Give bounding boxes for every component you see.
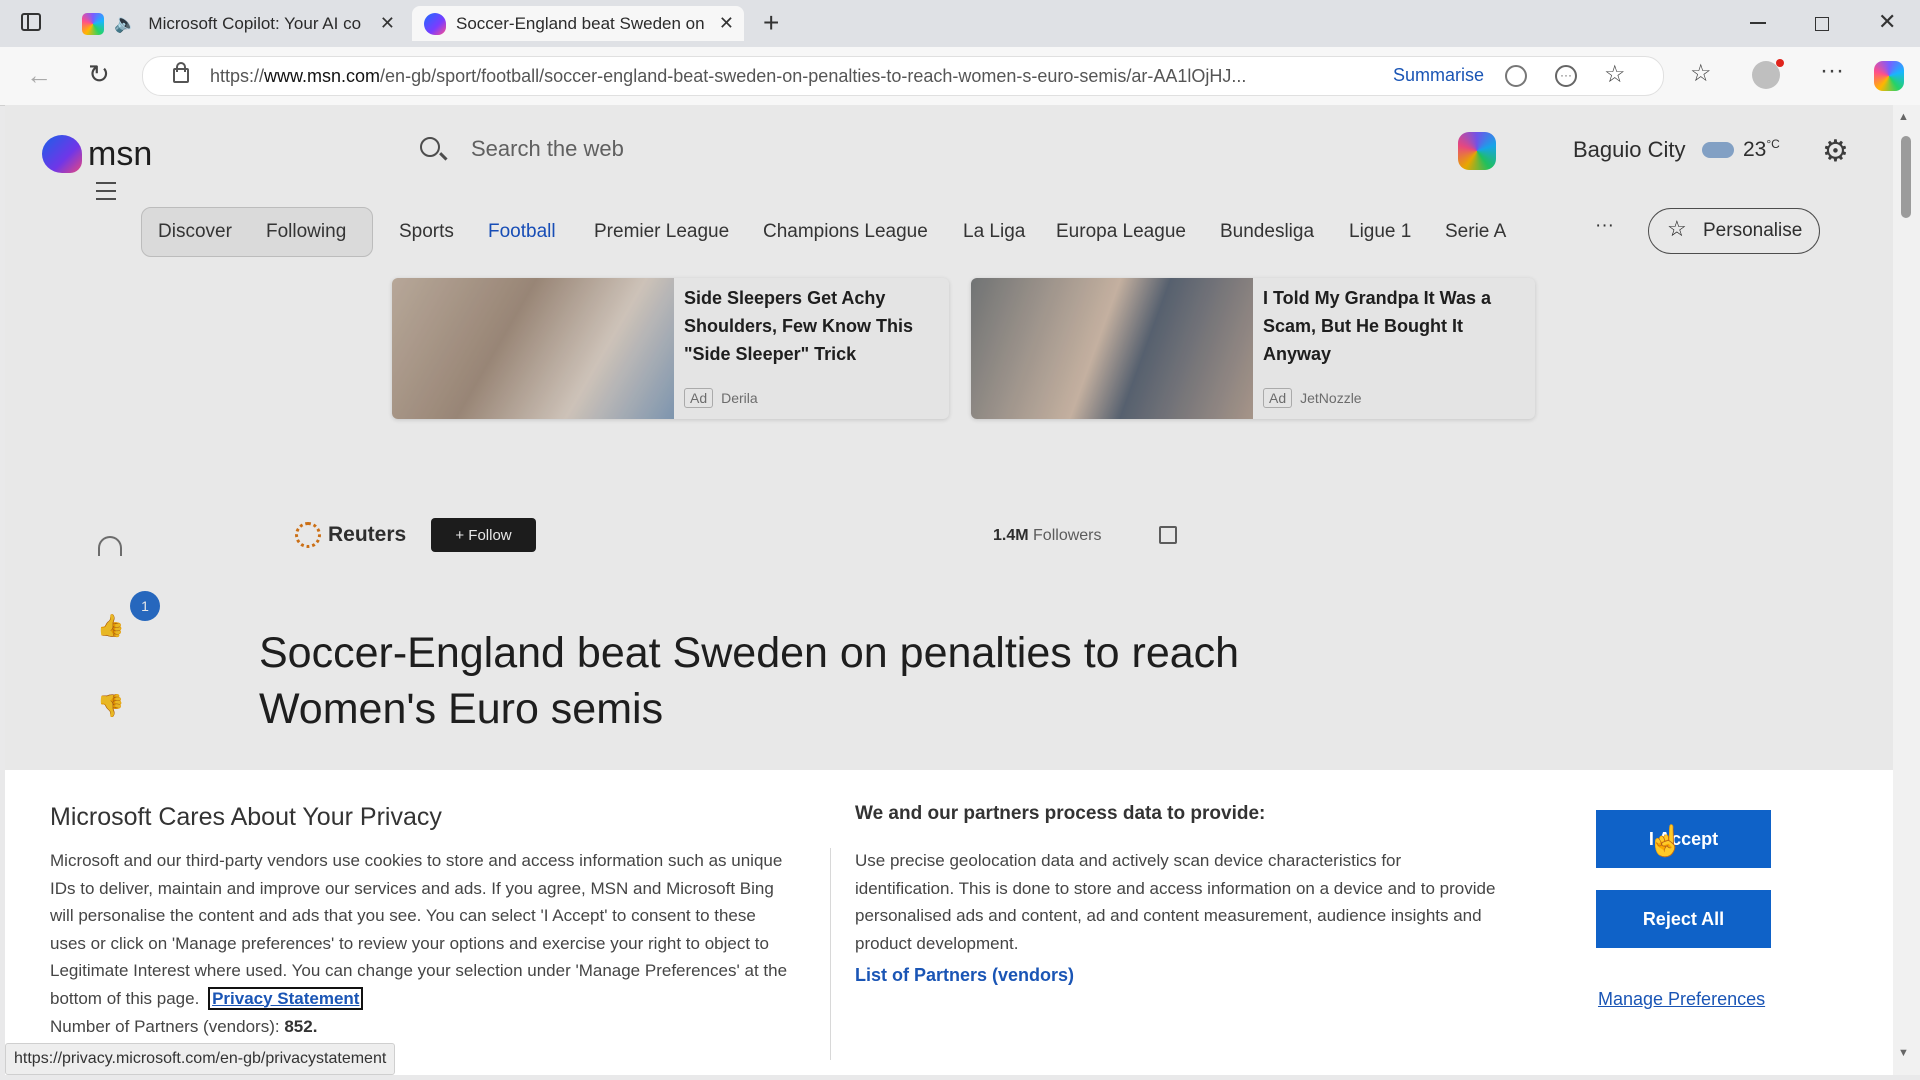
page-dim-overlay xyxy=(5,105,1893,770)
copilot-favicon-icon xyxy=(82,12,104,35)
favorites-icon[interactable]: ☆ xyxy=(1690,59,1712,88)
privacy-consent-banner: Microsoft Cares About Your Privacy Micro… xyxy=(5,770,1893,1075)
lock-shackle-icon xyxy=(176,62,186,72)
url-prefix: https:// xyxy=(210,66,265,86)
more-menu-icon[interactable]: ··· xyxy=(1820,57,1844,85)
restore-icon[interactable] xyxy=(1815,17,1829,31)
extensions-icon[interactable]: ··· xyxy=(1555,65,1577,87)
partners-count-line: Number of Partners (vendors): 852. xyxy=(50,1013,317,1041)
reject-all-button[interactable]: Reject All xyxy=(1596,890,1771,948)
consent-divider xyxy=(830,848,831,1060)
process-body: Use precise geolocation data and activel… xyxy=(855,851,1496,953)
url-text[interactable]: https://www.msn.com/en-gb/sport/football… xyxy=(210,66,1246,87)
tab-title: Soccer-England beat Sweden on xyxy=(456,13,705,33)
favorite-star-icon[interactable]: ☆ xyxy=(1604,60,1626,89)
tab-msn[interactable]: Soccer-England beat Sweden on ✕ xyxy=(412,6,744,41)
tab-strip: 🔈 Microsoft Copilot: Your AI co ✕ Soccer… xyxy=(0,0,1920,47)
mouse-cursor-icon: ☝ xyxy=(1647,825,1685,858)
close-tab-icon[interactable]: ✕ xyxy=(380,13,395,34)
summarise-button[interactable]: Summarise xyxy=(1393,65,1484,86)
scroll-down-arrow-icon[interactable]: ▼ xyxy=(1898,1047,1909,1059)
status-url: https://privacy.microsoft.com/en-gb/priv… xyxy=(14,1050,387,1067)
summarise-label: Summarise xyxy=(1393,65,1485,85)
tab-title: Microsoft Copilot: Your AI co xyxy=(148,13,362,33)
process-title: We and our partners process data to prov… xyxy=(855,803,1266,824)
audio-icon[interactable]: 🔈 xyxy=(114,13,136,34)
profile-notification-dot xyxy=(1776,59,1784,67)
tab-actions-icon[interactable] xyxy=(21,13,41,31)
msn-favicon-icon xyxy=(424,12,446,35)
url-host: www.msn.com xyxy=(264,66,381,86)
close-window-icon[interactable]: ✕ xyxy=(1878,9,1896,35)
address-row: ← ↻ https://www.msn.com/en-gb/sport/foot… xyxy=(0,47,1920,106)
close-tab-icon[interactable]: ✕ xyxy=(719,13,734,34)
partners-list-link[interactable]: List of Partners (vendors) xyxy=(855,965,1074,986)
consent-body-text: Microsoft and our third-party vendors us… xyxy=(50,851,788,1008)
copilot-icon[interactable] xyxy=(1874,61,1904,91)
privacy-statement-link[interactable]: Privacy Statement xyxy=(208,986,364,1010)
scroll-up-arrow-icon[interactable]: ▲ xyxy=(1898,111,1909,123)
manage-preferences-link[interactable]: Manage Preferences xyxy=(1598,989,1765,1010)
refresh-icon[interactable]: ↻ xyxy=(88,59,110,90)
partners-count: 852. xyxy=(284,1017,318,1036)
consent-body: Microsoft and our third-party vendors us… xyxy=(50,847,795,1012)
reject-label: Reject All xyxy=(1642,908,1725,929)
back-icon[interactable]: ← xyxy=(26,60,52,91)
status-bar: https://privacy.microsoft.com/en-gb/priv… xyxy=(5,1043,396,1075)
partners-label: Number of Partners (vendors): xyxy=(50,1017,280,1036)
consent-title: Microsoft Cares About Your Privacy xyxy=(50,803,442,831)
new-tab-icon[interactable]: + xyxy=(763,7,779,39)
scrollbar-thumb[interactable] xyxy=(1901,136,1911,218)
tab-copilot[interactable]: 🔈 Microsoft Copilot: Your AI co ✕ xyxy=(70,6,405,41)
minimize-icon[interactable] xyxy=(1750,22,1766,24)
page-scrollbar[interactable] xyxy=(1893,105,1920,1075)
summarise-icon[interactable] xyxy=(1505,65,1527,87)
url-path: /en-gb/sport/football/soccer-england-bea… xyxy=(380,66,1247,86)
address-bar[interactable]: https://www.msn.com/en-gb/sport/football… xyxy=(142,56,1664,96)
